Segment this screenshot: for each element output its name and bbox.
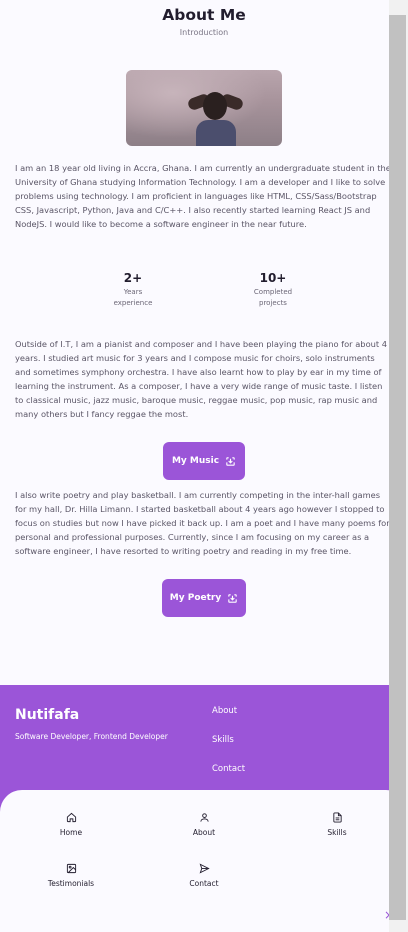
scrollbar-track[interactable] xyxy=(389,0,408,932)
download-icon xyxy=(228,593,237,603)
footer-link-skills[interactable]: Skills xyxy=(212,735,234,745)
nav-item-about[interactable]: About xyxy=(164,812,244,837)
my-poetry-button-label: My Poetry xyxy=(169,593,222,603)
about-intro-text: I am an 18 year old living in Accra, Gha… xyxy=(15,163,391,229)
nav-label: Skills xyxy=(327,828,347,837)
my-music-button[interactable]: My Music xyxy=(163,442,245,480)
stat-value: 10+ xyxy=(259,271,287,285)
file-text-icon xyxy=(332,812,342,823)
footer-link-contact[interactable]: Contact xyxy=(212,764,245,774)
nav-item-testimonials[interactable]: Testimonials xyxy=(31,863,111,888)
footer-brand-name: Nutifafa xyxy=(15,707,80,723)
nav-label: Contact xyxy=(189,879,219,888)
stat-value: 2+ xyxy=(123,271,143,285)
stat-label: Years experience xyxy=(113,288,153,307)
my-music-button-label: My Music xyxy=(171,456,220,466)
scrollbar-thumb[interactable] xyxy=(389,15,406,920)
nav-item-home[interactable]: Home xyxy=(31,812,111,837)
nav-item-contact[interactable]: Contact xyxy=(164,863,244,888)
footer-link-about[interactable]: About xyxy=(212,706,237,716)
about-poetry-text: I also write poetry and play basketball.… xyxy=(15,490,390,556)
nav-item-skills[interactable]: Skills xyxy=(297,812,377,837)
image-icon xyxy=(66,863,76,874)
profile-photo xyxy=(126,70,282,146)
user-icon xyxy=(199,813,209,822)
footer-tagline: Software Developer, Frontend Developer xyxy=(15,732,168,741)
stat-experience: 2+ Years experience xyxy=(88,271,178,309)
download-icon xyxy=(226,456,235,466)
my-poetry-button[interactable]: My Poetry xyxy=(162,579,246,617)
stat-label: Completed projects xyxy=(253,288,293,307)
nav-label: About xyxy=(192,828,216,837)
about-music-text: Outside of I.T, I am a pianist and compo… xyxy=(15,339,388,419)
bottom-nav-menu: Home About Skills Testimonials Contact × xyxy=(0,790,408,932)
nav-label: Home xyxy=(59,828,83,837)
section-subtitle: Introduction xyxy=(179,28,229,37)
stat-projects: 10+ Completed projects xyxy=(228,271,318,309)
nav-label: Testimonials xyxy=(47,879,95,888)
section-title: About Me xyxy=(162,6,246,24)
home-icon xyxy=(66,812,76,823)
send-icon xyxy=(199,863,210,874)
